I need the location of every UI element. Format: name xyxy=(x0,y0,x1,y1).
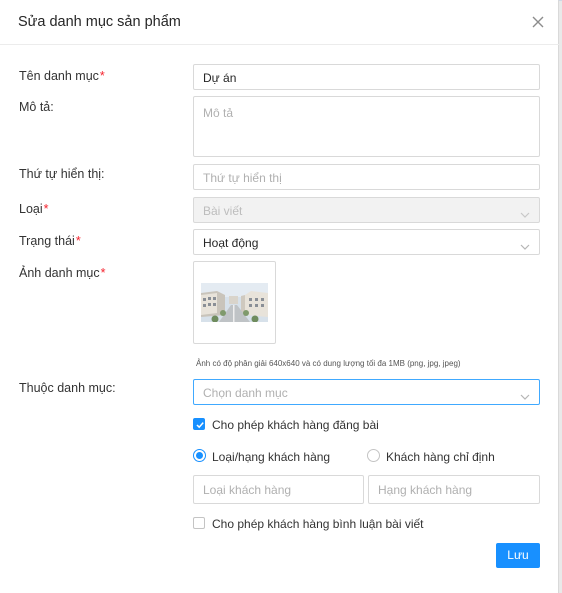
radio-specific-customer-label[interactable]: Khách hàng chỉ định xyxy=(386,450,495,464)
allow-comment-label[interactable]: Cho phép khách hàng bình luận bài viết xyxy=(212,517,424,531)
dialog-header: Sửa danh mục sản phẩm xyxy=(0,0,559,45)
edit-category-dialog: Sửa danh mục sản phẩm Tên danh mục* Dự á… xyxy=(0,0,559,593)
status-select[interactable]: Hoạt động xyxy=(193,229,540,255)
name-input[interactable]: Dự án xyxy=(193,64,540,90)
image-label: Ảnh danh mục* xyxy=(19,266,106,280)
radio-customer-type-rank-label[interactable]: Loại/hạng khách hàng xyxy=(212,450,330,464)
type-select: Bài viết xyxy=(193,197,540,223)
image-hint: Ảnh có độ phân giải 640x640 và có dung l… xyxy=(196,359,461,368)
required-mark: * xyxy=(99,69,105,83)
allow-post-checkbox[interactable] xyxy=(193,418,205,430)
customer-type-select[interactable]: Loại khách hàng xyxy=(193,475,364,504)
order-input[interactable]: Thứ tự hiển thị xyxy=(193,164,540,190)
parent-category-label: Thuộc danh mục: xyxy=(19,381,116,395)
radio-customer-type-rank[interactable] xyxy=(193,449,206,462)
check-icon xyxy=(196,422,204,429)
category-image-thumbnail xyxy=(201,283,268,322)
status-label: Trạng thái* xyxy=(19,234,81,248)
parent-category-placeholder: Chọn danh mục xyxy=(203,386,288,400)
chevron-down-icon xyxy=(520,207,530,221)
description-label: Mô tả: xyxy=(19,100,54,114)
allow-comment-checkbox[interactable] xyxy=(193,517,205,529)
dialog-title: Sửa danh mục sản phẩm xyxy=(18,14,181,30)
status-select-value: Hoạt động xyxy=(203,236,259,250)
parent-category-select[interactable]: Chọn danh mục xyxy=(193,379,540,405)
chevron-down-icon xyxy=(520,389,530,403)
type-label: Loại* xyxy=(19,202,49,216)
image-upload[interactable] xyxy=(193,261,276,344)
required-mark: * xyxy=(75,234,81,248)
required-mark: * xyxy=(43,202,49,216)
close-icon[interactable] xyxy=(531,15,545,29)
type-select-value: Bài viết xyxy=(203,204,243,218)
required-mark: * xyxy=(100,266,106,280)
chevron-down-icon xyxy=(520,239,530,253)
allow-post-label[interactable]: Cho phép khách hàng đăng bài xyxy=(212,418,379,432)
radio-specific-customer[interactable] xyxy=(367,449,380,462)
order-label: Thứ tự hiển thị: xyxy=(19,167,105,181)
save-button[interactable]: Lưu xyxy=(496,543,540,568)
customer-rank-select[interactable]: Hạng khách hàng xyxy=(368,475,540,504)
name-label: Tên danh mục* xyxy=(19,69,105,83)
description-textarea[interactable]: Mô tả xyxy=(193,96,540,157)
